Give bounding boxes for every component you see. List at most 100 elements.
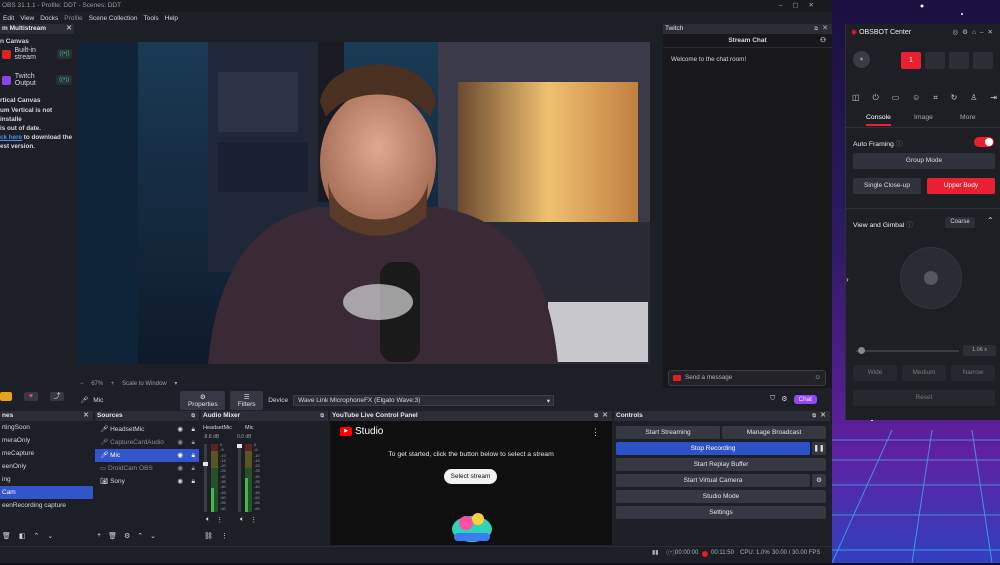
gear-icon[interactable]: ⚙ <box>812 474 826 487</box>
link-icon[interactable]: ⛓ <box>204 532 213 540</box>
eye-icon[interactable]: ◉ <box>177 475 183 488</box>
upper-body-button[interactable]: Upper Body <box>927 178 995 194</box>
avatar-icon[interactable]: ● <box>853 51 870 68</box>
face-icon[interactable]: ☺ <box>912 93 920 103</box>
up-icon[interactable]: ⌃ <box>137 532 143 540</box>
scene-item[interactable]: rtingSoon <box>0 421 93 434</box>
video-icon[interactable]: ▭ <box>892 93 900 103</box>
smiley-icon[interactable]: ☺ <box>815 371 821 385</box>
device-select[interactable]: Wave Link MicrophoneFX (Elgato Wave:3) ▾ <box>293 394 554 406</box>
heart-icon[interactable]: ♥ <box>24 392 38 401</box>
eye-icon[interactable]: ◉ <box>177 423 183 436</box>
scale-mode[interactable]: Scale to Window <box>122 381 167 387</box>
fov-wide-button[interactable]: Wide <box>853 365 897 381</box>
lock-icon[interactable]: 🔒︎ <box>192 462 195 475</box>
preview-canvas[interactable] <box>78 42 650 364</box>
select-stream-button[interactable]: Select stream <box>444 469 497 484</box>
window-controls[interactable]: –▢✕ <box>779 0 824 12</box>
coarse-select[interactable]: Coarse <box>945 217 975 228</box>
close-icon[interactable]: ✕ <box>66 24 72 34</box>
studio-mode-button[interactable]: Studio Mode <box>616 490 826 503</box>
scene-item-selected[interactable]: Cam <box>0 486 93 499</box>
share-icon[interactable]: ⤴ <box>50 392 64 401</box>
menu-profile[interactable]: Profile <box>64 15 82 22</box>
device-slot-1[interactable]: 1 <box>901 52 921 69</box>
properties-button[interactable]: ⚙ Properties <box>180 390 226 410</box>
virtual-camera-button[interactable]: Start Virtual Camera <box>616 474 810 487</box>
source-item[interactable]: 🎤︎ HeadsetMic ◉ 🔒︎ <box>95 423 199 436</box>
speaker-icon[interactable]: 🔈︎ <box>240 516 244 524</box>
gear-icon[interactable]: ⚙ <box>781 395 787 403</box>
lock-icon[interactable]: 🔒︎ <box>192 436 195 449</box>
menu-scene-collection[interactable]: Scene Collection <box>89 15 138 22</box>
shield-icon[interactable]: ⛉ <box>770 395 775 403</box>
exit-icon[interactable]: ⇥ <box>990 93 997 103</box>
users-icon[interactable]: ⚇ <box>820 34 826 48</box>
source-item[interactable]: ▭ DroidCam OBS ◉ 🔒︎ <box>95 462 199 475</box>
close-icon[interactable]: ✕ <box>83 411 89 421</box>
fov-medium-button[interactable]: Medium <box>902 365 946 381</box>
camera-icon[interactable]: ◫ <box>852 93 860 103</box>
menu-docks[interactable]: Docks <box>40 15 58 22</box>
up-icon[interactable]: ⌃ <box>34 532 40 540</box>
start-streaming-button[interactable]: Start Streaming <box>616 426 720 439</box>
device-slot[interactable] <box>973 52 993 69</box>
slider-handle[interactable] <box>237 444 242 448</box>
more-icon[interactable]: ⋮ <box>591 427 600 438</box>
chevron-up-icon[interactable]: ⌃ <box>987 216 994 225</box>
filter-icon[interactable]: ◧ <box>19 532 26 540</box>
float-icon[interactable]: ⧉ <box>594 411 598 421</box>
fov-narrow-button[interactable]: Narrow <box>951 365 995 381</box>
refresh-icon[interactable]: ↻ <box>951 93 958 103</box>
trash-icon[interactable]: 🗑︎ <box>2 532 11 540</box>
close-icon[interactable]: ✕ <box>822 24 828 34</box>
float-icon[interactable]: ⧉ <box>812 411 816 421</box>
eye-icon[interactable]: ◉ <box>177 462 183 475</box>
close-icon[interactable]: ✕ <box>820 411 826 421</box>
auto-framing-toggle[interactable] <box>974 137 994 147</box>
scene-item[interactable]: ing <box>0 473 93 486</box>
menu-edit[interactable]: Edit <box>3 15 14 22</box>
chevron-right-icon[interactable]: › <box>846 275 849 284</box>
volume-slider[interactable] <box>203 444 208 512</box>
more-icon[interactable]: ⋮ <box>221 532 228 540</box>
gear-icon[interactable]: ⚙ <box>124 532 130 540</box>
eye-icon[interactable]: ◉ <box>177 436 183 449</box>
device-slot[interactable] <box>925 52 945 69</box>
zoom-slider-knob[interactable] <box>858 347 866 354</box>
chevron-down-icon[interactable]: ▾ <box>174 381 177 387</box>
tab-image[interactable]: Image <box>914 114 933 121</box>
zoom-slider[interactable] <box>856 347 959 354</box>
source-item-selected[interactable]: 🎤︎ Mic ◉ 🔒︎ <box>95 449 199 462</box>
slider-handle[interactable] <box>203 462 208 466</box>
down-icon[interactable]: ⌄ <box>150 532 156 540</box>
tab-console[interactable]: Console <box>866 114 891 126</box>
more-icon[interactable]: ⋮ <box>250 516 257 524</box>
power-icon[interactable]: ⏻ <box>872 93 878 103</box>
replay-buffer-button[interactable]: Start Replay Buffer <box>616 458 826 471</box>
person-icon[interactable]: ♙ <box>970 93 977 103</box>
group-mode-button[interactable]: Group Mode <box>853 153 995 169</box>
warning-icon[interactable] <box>0 392 12 401</box>
stop-recording-button[interactable]: Stop Recording <box>616 442 810 455</box>
menu-tools[interactable]: Tools <box>143 15 158 22</box>
zoom-in-icon[interactable]: + <box>111 381 115 387</box>
float-icon[interactable]: ⧉ <box>320 411 324 421</box>
add-icon[interactable]: + <box>97 532 101 540</box>
down-icon[interactable]: ⌄ <box>47 532 53 540</box>
tab-more[interactable]: More <box>960 114 976 121</box>
lock-icon[interactable]: 🔒︎ <box>192 449 195 462</box>
more-icon[interactable]: ⋮ <box>216 516 223 524</box>
device-slot[interactable] <box>949 52 969 69</box>
obsbot-window-controls[interactable]: ◎⚙⌂–✕ <box>953 24 998 41</box>
filters-button[interactable]: ☰ Filters <box>230 390 264 410</box>
trash-icon[interactable]: 🗑︎ <box>108 532 117 540</box>
pause-recording-button[interactable]: ❚❚ <box>812 442 826 455</box>
single-closeup-button[interactable]: Single Close-up <box>853 178 921 194</box>
eye-icon[interactable]: ◉ <box>177 449 183 462</box>
float-icon[interactable]: ⧉ <box>814 24 818 34</box>
source-item[interactable]: 🎤︎ CaptureCardAudio ◉ 🔒︎ <box>95 436 199 449</box>
source-item[interactable]: 📷︎ Sony ◉ 🔒︎ <box>95 475 199 488</box>
joystick-knob[interactable] <box>924 271 938 285</box>
crop-icon[interactable]: ⌗ <box>933 93 938 103</box>
